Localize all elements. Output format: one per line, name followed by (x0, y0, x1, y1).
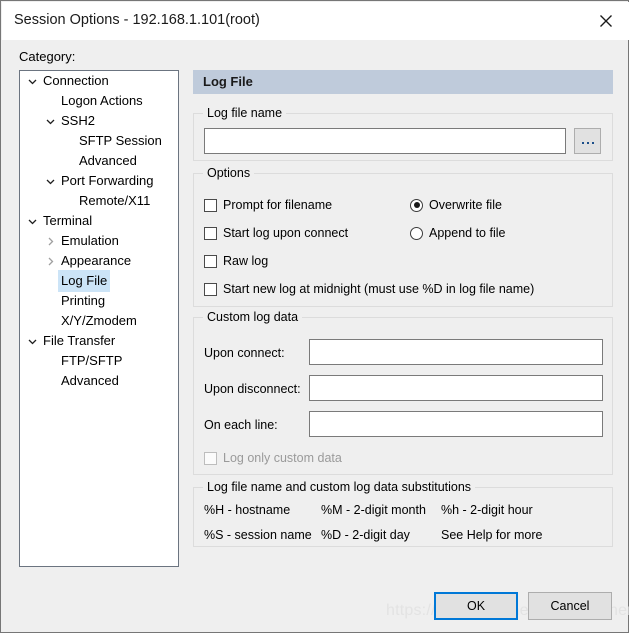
checkbox-box-icon (204, 451, 217, 465)
chevron-right-icon[interactable] (42, 236, 58, 247)
window-title: Session Options - 192.168.1.101(root) (14, 12, 260, 28)
chevron-down-icon[interactable] (42, 176, 58, 187)
checkbox-prompt-for-filename[interactable]: Prompt for filename (204, 198, 332, 212)
checkbox-box-icon (204, 254, 217, 268)
tree-item-appearance[interactable]: Appearance (20, 251, 178, 271)
category-tree-list: Connection Logon Actions SSH2 SFTP Session A… (20, 71, 178, 391)
checkbox-label: Start log upon connect (223, 226, 349, 240)
tree-item-label: X/Y/Zmodem (61, 313, 137, 328)
substitution-entry: %H - hostname (204, 503, 291, 517)
tree-item-log-file[interactable]: Log File (20, 270, 178, 292)
radio-overwrite-file[interactable]: Overwrite file (410, 198, 502, 212)
ellipsis-icon (581, 142, 594, 144)
tree-item-label: Advanced (61, 373, 119, 388)
ok-button[interactable]: OK (434, 592, 518, 620)
checkbox-box-icon (204, 198, 217, 212)
tree-item-x-y-zmodem[interactable]: X/Y/Zmodem (20, 311, 178, 331)
label-on-each-line: On each line: (204, 418, 278, 432)
checkbox-label: Prompt for filename (223, 198, 333, 212)
upon-connect-input[interactable] (309, 339, 603, 365)
substitution-entry: See Help for more (441, 528, 543, 542)
tree-item-label: SSH2 (61, 113, 95, 128)
tree-item-label: Port Forwarding (61, 173, 154, 188)
close-icon (599, 14, 613, 28)
pane-header: Log File (193, 70, 613, 94)
tree-item-advanced[interactable]: Advanced (20, 371, 178, 391)
substitution-entry: %S - session name (204, 528, 312, 542)
custom-log-data-group-title: Custom log data (203, 310, 303, 324)
tree-item-label: Emulation (61, 233, 119, 248)
close-button[interactable] (583, 2, 629, 40)
chevron-down-icon[interactable] (24, 336, 40, 347)
tree-item-label: SFTP Session (79, 133, 162, 148)
cancel-button[interactable]: Cancel (528, 592, 612, 620)
title-bar: Session Options - 192.168.1.101(root) (2, 2, 629, 40)
checkbox-start-log-upon-connect[interactable]: Start log upon connect (204, 226, 348, 240)
checkbox-label: Log only custom data (223, 451, 342, 465)
checkbox-raw-log[interactable]: Raw log (204, 254, 268, 268)
substitution-entry: %D - 2-digit day (321, 528, 410, 542)
category-label: Category: (19, 49, 76, 64)
tree-item-ssh2[interactable]: SSH2 (20, 111, 178, 131)
substitution-entry: %M - 2-digit month (321, 503, 426, 517)
radio-label: Overwrite file (429, 198, 502, 212)
radio-circle-icon (410, 226, 423, 240)
substitutions-group-title: Log file name and custom log data substi… (203, 480, 476, 494)
tree-item-sftp-session[interactable]: SFTP Session (20, 131, 178, 151)
substitution-entry: %h - 2-digit hour (441, 503, 533, 517)
category-tree[interactable]: Connection Logon Actions SSH2 SFTP Session A… (19, 70, 179, 567)
upon-disconnect-input[interactable] (309, 375, 603, 401)
checkbox-label: Raw log (223, 254, 269, 268)
log-file-name-group-title: Log file name (203, 106, 287, 120)
tree-item-label: Remote/X11 (79, 193, 151, 208)
tree-item-connection[interactable]: Connection (20, 71, 178, 91)
session-options-dialog: Session Options - 192.168.1.101(root) Ca… (0, 0, 629, 633)
tree-item-label: Printing (61, 293, 106, 308)
chevron-down-icon[interactable] (42, 116, 58, 127)
browse-button[interactable] (574, 128, 601, 154)
tree-item-label: Connection (43, 73, 109, 88)
label-upon-connect: Upon connect: (204, 346, 285, 360)
tree-item-ftp-sftp[interactable]: FTP/SFTP (20, 351, 178, 371)
radio-label: Append to file (429, 226, 506, 240)
checkbox-label: Start new log at midnight (must use %D i… (223, 282, 535, 296)
tree-item-file-transfer[interactable]: File Transfer (20, 331, 178, 351)
checkbox-start-new-log-at-midnight[interactable]: Start new log at midnight (must use %D i… (204, 282, 534, 296)
on-each-line-input[interactable] (309, 411, 603, 437)
tree-item-label: Appearance (61, 253, 132, 268)
checkbox-box-icon (204, 226, 217, 240)
tree-item-logon-actions[interactable]: Logon Actions (20, 91, 178, 111)
log-file-name-input[interactable] (204, 128, 566, 154)
label-upon-disconnect: Upon disconnect: (204, 382, 301, 396)
radio-circle-icon (410, 198, 423, 212)
tree-item-label: Advanced (79, 153, 137, 168)
chevron-down-icon[interactable] (24, 216, 40, 227)
options-group-title: Options (203, 166, 255, 180)
tree-item-label: File Transfer (43, 333, 116, 348)
pane-title: Log File (203, 74, 253, 89)
tree-item-label: Terminal (43, 213, 93, 228)
tree-item-advanced[interactable]: Advanced (20, 151, 178, 171)
tree-item-remote-x11[interactable]: Remote/X11 (20, 191, 178, 211)
radio-append-to-file[interactable]: Append to file (410, 226, 505, 240)
tree-item-port-forwarding[interactable]: Port Forwarding (20, 171, 178, 191)
tree-item-terminal[interactable]: Terminal (20, 211, 178, 231)
tree-item-label: Log File (58, 270, 111, 292)
checkbox-box-icon (204, 282, 217, 296)
tree-item-label: FTP/SFTP (61, 353, 123, 368)
tree-item-label: Logon Actions (61, 93, 143, 108)
tree-item-printing[interactable]: Printing (20, 291, 178, 311)
tree-item-emulation[interactable]: Emulation (20, 231, 178, 251)
chevron-right-icon[interactable] (42, 256, 58, 267)
chevron-down-icon[interactable] (24, 76, 40, 87)
checkbox-log-only-custom-data[interactable]: Log only custom data (204, 451, 342, 465)
